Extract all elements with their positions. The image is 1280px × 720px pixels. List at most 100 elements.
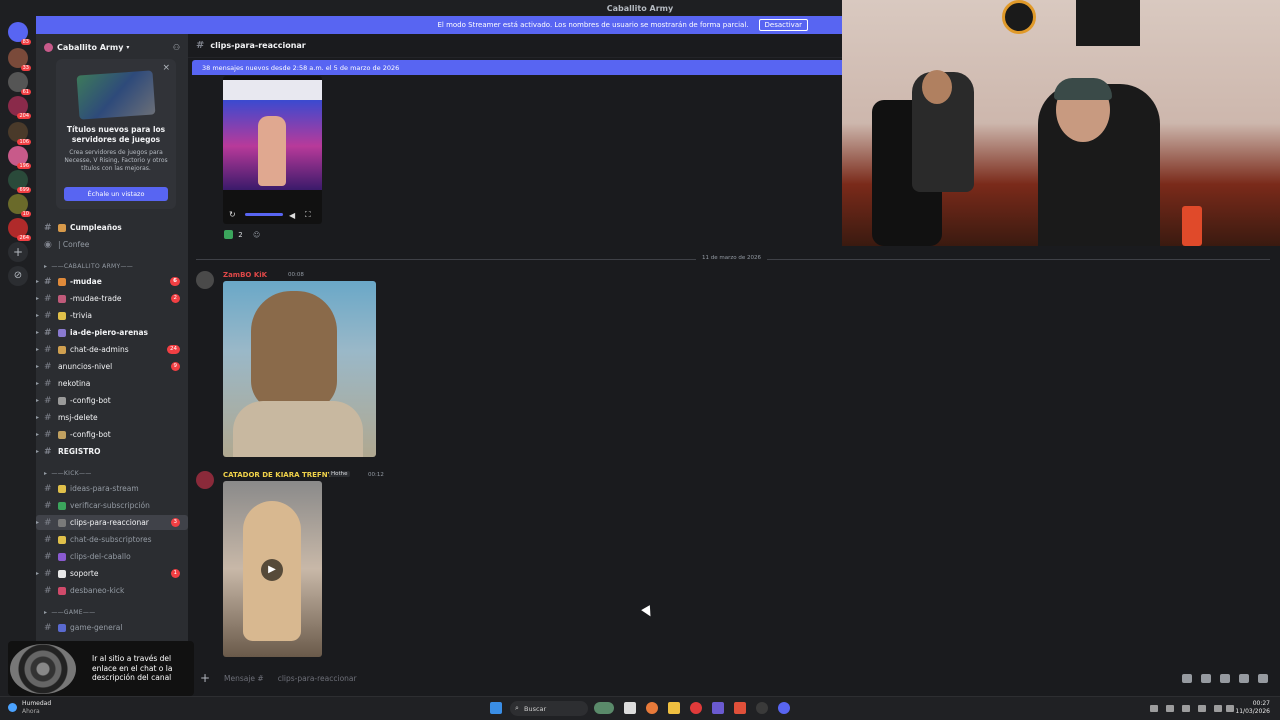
disable-streamer-button[interactable]: Desactivar bbox=[758, 19, 808, 31]
new-messages-bar[interactable]: 38 mensajes nuevos desde 2:58 a.m. el 5 … bbox=[192, 60, 842, 75]
channel-item[interactable]: ▸ # -config-bot bbox=[36, 427, 188, 442]
play-icon[interactable]: ▶ bbox=[261, 559, 283, 581]
channel-item[interactable]: ◉ | Confee bbox=[36, 237, 188, 252]
unread-badge: 1 bbox=[170, 569, 180, 578]
widgets-icon[interactable] bbox=[594, 702, 614, 714]
discover-icon[interactable]: ⊘ bbox=[8, 266, 28, 286]
unread-badge: 9 bbox=[170, 362, 180, 371]
home-button[interactable]: 83 bbox=[8, 22, 31, 45]
channel-item[interactable]: # Cumpleaños bbox=[36, 220, 188, 235]
task-view-icon[interactable] bbox=[624, 702, 636, 714]
server-icon[interactable]: 699 bbox=[8, 170, 31, 193]
channel-item[interactable]: ▸ # REGISTRO bbox=[36, 444, 188, 459]
video-embed[interactable]: ▶ bbox=[223, 481, 322, 657]
network-icon[interactable] bbox=[1166, 705, 1174, 712]
channel-item[interactable]: ▸ # chat-de-admins 24 bbox=[36, 342, 188, 357]
channel-item[interactable]: ▸ # -config-bot bbox=[36, 393, 188, 408]
system-clock[interactable]: 00:27 11/03/2026 bbox=[1235, 700, 1270, 716]
app-icon[interactable] bbox=[690, 702, 702, 714]
server-icon[interactable]: 264 bbox=[8, 218, 31, 241]
reaction-row[interactable]: 2 ☺ bbox=[224, 230, 260, 239]
category-caballito-army[interactable]: ▸ ——CABALLITO ARMY—— bbox=[44, 260, 184, 272]
fullscreen-icon[interactable]: ⛶ bbox=[305, 210, 311, 220]
unread-badge: 3 bbox=[170, 518, 180, 527]
teams-icon[interactable] bbox=[712, 702, 724, 714]
message-timestamp: 00:12 bbox=[368, 472, 384, 478]
avatar[interactable] bbox=[196, 271, 214, 289]
discord-icon[interactable] bbox=[778, 702, 790, 714]
wall-tv bbox=[1076, 0, 1140, 46]
microphone-icon[interactable] bbox=[1182, 705, 1190, 712]
avatar[interactable] bbox=[196, 471, 214, 489]
server-icon[interactable]: 196 bbox=[8, 146, 31, 169]
battery-icon[interactable] bbox=[1226, 705, 1234, 712]
volume-icon[interactable] bbox=[1214, 705, 1222, 712]
emoji-icon[interactable] bbox=[1239, 673, 1249, 683]
message-author[interactable]: ZamBO KiK bbox=[223, 271, 267, 279]
server-icon[interactable]: 33 bbox=[8, 48, 31, 71]
promo-cta-button[interactable]: Échale un vistazo bbox=[64, 187, 168, 201]
gift-icon[interactable] bbox=[1182, 673, 1192, 683]
apps-icon[interactable] bbox=[1258, 673, 1268, 683]
clock-time: 00:27 bbox=[1252, 700, 1270, 707]
message-timestamp: 00:08 bbox=[288, 272, 304, 278]
server-icon[interactable]: 10 bbox=[8, 194, 31, 217]
check-icon bbox=[224, 230, 233, 239]
category-game[interactable]: ▸ ——GAME—— bbox=[44, 606, 184, 618]
channel-item[interactable]: ▸ # msj-delete bbox=[36, 410, 188, 425]
server-icon[interactable]: 61 bbox=[8, 72, 31, 95]
start-icon[interactable] bbox=[490, 702, 502, 714]
channel-item-active[interactable]: ▸ # clips-para-reaccionar 3 bbox=[36, 515, 188, 530]
streamer-banner-text: El modo Streamer está activado. Los nomb… bbox=[437, 21, 749, 29]
streamer-mode-banner: El modo Streamer está activado. Los nomb… bbox=[36, 16, 842, 34]
channel-item[interactable]: ▸ # -mudae-trade 2 bbox=[36, 291, 188, 306]
channel-item[interactable]: # game-general bbox=[36, 620, 188, 635]
window-title: Caballito Army bbox=[606, 3, 674, 13]
obs-icon[interactable] bbox=[756, 702, 768, 714]
taskbar-search[interactable]: ⌕ Buscar bbox=[510, 701, 588, 716]
add-member-icon[interactable]: ⚇ bbox=[173, 43, 180, 52]
channel-item[interactable]: ▸ # anuncios-nivel 9 bbox=[36, 359, 188, 374]
wifi-icon[interactable] bbox=[1198, 705, 1206, 712]
badge: 699 bbox=[17, 187, 31, 193]
add-attachment-icon[interactable]: + bbox=[200, 671, 220, 685]
cap bbox=[1054, 78, 1112, 100]
channel-item[interactable]: ▸ # ia-de-piero-arenas bbox=[36, 325, 188, 340]
close-icon[interactable]: × bbox=[162, 63, 170, 73]
channel-item[interactable]: # desbaneo-kick bbox=[36, 583, 188, 598]
channel-item[interactable]: ▸ # nekotina bbox=[36, 376, 188, 391]
server-icon[interactable]: 106 bbox=[8, 122, 31, 145]
category-kick[interactable]: ▸ ——KICK—— bbox=[44, 467, 184, 479]
file-explorer-icon[interactable] bbox=[668, 702, 680, 714]
channel-item[interactable]: # ideas-para-stream bbox=[36, 481, 188, 496]
video-embed[interactable]: ↻ ◀ ⛶ bbox=[223, 76, 322, 224]
channel-item[interactable]: ▸ # soporte 1 bbox=[36, 566, 188, 581]
channel-label: -mudae-trade bbox=[70, 294, 122, 303]
channel-item[interactable]: ▸ # -trivia bbox=[36, 308, 188, 323]
gif-icon[interactable] bbox=[1201, 673, 1211, 683]
message-composer[interactable]: + Mensaje # clips-para-reaccionar bbox=[196, 666, 1276, 690]
tray-chevron-icon[interactable] bbox=[1150, 705, 1158, 712]
video-thumbnail-figure bbox=[258, 116, 286, 186]
copilot-icon[interactable] bbox=[646, 702, 658, 714]
channel-item[interactable]: ▸ # -mudae 6 bbox=[36, 274, 188, 289]
brave-icon[interactable] bbox=[734, 702, 746, 714]
channel-label: -trivia bbox=[70, 311, 92, 320]
add-server-icon[interactable]: + bbox=[8, 242, 28, 262]
message-author[interactable]: CATADOR DE KIARA TREFNY bbox=[223, 471, 333, 479]
replay-icon[interactable]: ↻ bbox=[229, 210, 236, 219]
weather-widget[interactable]: Humedad Ahora bbox=[8, 700, 51, 716]
ad-text: Ir al sitio a través del enlace en el ch… bbox=[92, 653, 173, 683]
add-reaction-icon[interactable]: ☺ bbox=[253, 231, 260, 239]
volume-slider[interactable] bbox=[245, 213, 283, 216]
channel-item[interactable]: # verificar-subscripción bbox=[36, 498, 188, 513]
composer-channel: clips-para-reaccionar bbox=[277, 673, 357, 683]
search-label: Buscar bbox=[524, 704, 547, 713]
channel-item[interactable]: # clips-del-caballo bbox=[36, 549, 188, 564]
channel-item[interactable]: # chat-de-subscriptores bbox=[36, 532, 188, 547]
volume-icon[interactable]: ◀ bbox=[289, 211, 295, 220]
guild-header[interactable]: Caballito Army ▾ ⚇ bbox=[36, 38, 188, 56]
image-attachment[interactable] bbox=[223, 281, 376, 457]
sticker-icon[interactable] bbox=[1220, 673, 1230, 683]
server-icon[interactable]: 204 bbox=[8, 96, 31, 119]
